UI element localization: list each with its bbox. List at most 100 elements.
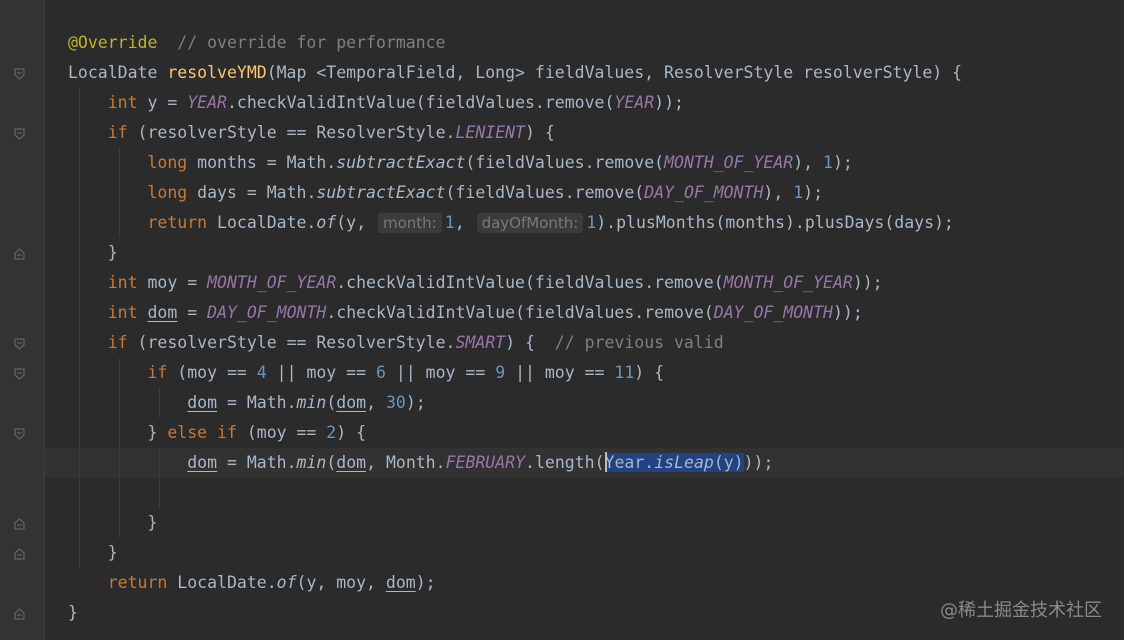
code-token: LocalDate. bbox=[167, 573, 277, 592]
code-token: int bbox=[107, 273, 138, 292]
code-token: subtractExact bbox=[336, 153, 466, 172]
code-token: // previous valid bbox=[554, 333, 724, 352]
code-line[interactable]: int dom = DAY_OF_MONTH.checkValidIntValu… bbox=[45, 298, 1124, 328]
fold-marker-icon[interactable] bbox=[14, 338, 25, 350]
code-line[interactable]: } else if (moy == 2) { bbox=[45, 418, 1124, 448]
code-token: DAY_OF_MONTH bbox=[644, 183, 764, 202]
code-token: )); bbox=[832, 303, 863, 322]
code-token: (resolverStyle == ResolverStyle. bbox=[127, 123, 456, 142]
code-token: ); bbox=[832, 153, 853, 172]
code-token: 11 bbox=[614, 363, 635, 382]
code-token: long bbox=[147, 153, 188, 172]
code-line[interactable]: if (resolverStyle == ResolverStyle.LENIE… bbox=[45, 118, 1124, 148]
code-token: ) { bbox=[505, 333, 555, 352]
code-token: SMART bbox=[455, 333, 506, 352]
code-line[interactable]: dom = Math.min(dom, Month.FEBRUARY.lengt… bbox=[45, 448, 1124, 478]
code-line[interactable]: int y = YEAR.checkValidIntValue(fieldVal… bbox=[45, 88, 1124, 118]
watermark: @稀土掘金技术社区 bbox=[940, 600, 1102, 621]
code-token: || moy == bbox=[266, 363, 376, 382]
code-line[interactable]: return LocalDate.of(y, month: 1, dayOfMon… bbox=[45, 208, 1124, 238]
code-line[interactable]: int moy = MONTH_OF_YEAR.checkValidIntVal… bbox=[45, 268, 1124, 298]
code-token: MONTH_OF_YEAR bbox=[664, 153, 794, 172]
code-token: if bbox=[107, 333, 128, 352]
code-token: ( bbox=[326, 453, 337, 472]
code-token: 30 bbox=[385, 393, 406, 412]
code-token: dom bbox=[147, 303, 178, 322]
code-token: 1 bbox=[823, 153, 833, 172]
code-token: subtractExact bbox=[316, 183, 446, 202]
code-line[interactable]: } bbox=[45, 508, 1124, 538]
fold-marker-icon[interactable] bbox=[14, 428, 25, 440]
code-line[interactable]: long days = Math.subtractExact(fieldValu… bbox=[45, 178, 1124, 208]
code-token: , bbox=[454, 213, 475, 232]
fold-marker-icon[interactable] bbox=[14, 548, 25, 560]
code-token: (y, moy, bbox=[296, 573, 386, 592]
code-token: || moy == bbox=[505, 363, 615, 382]
code-token: // override for performance bbox=[177, 33, 446, 52]
code-token: } bbox=[68, 513, 158, 532]
code-token: 6 bbox=[375, 363, 386, 382]
code-token: y = bbox=[137, 93, 188, 112]
code-line[interactable]: if (resolverStyle == ResolverStyle.SMART… bbox=[45, 328, 1124, 358]
code-token: min bbox=[296, 393, 327, 412]
indent-guide bbox=[79, 88, 80, 568]
fold-marker-icon[interactable] bbox=[14, 68, 25, 80]
fold-marker-icon[interactable] bbox=[14, 608, 25, 620]
code-token: isLeap bbox=[654, 453, 714, 472]
code-editor[interactable]: @Override // override for performance Loc… bbox=[45, 0, 1124, 640]
code-line[interactable]: @Override // override for performance bbox=[45, 28, 1124, 58]
code-line[interactable]: long months = Math.subtractExact(fieldVa… bbox=[45, 148, 1124, 178]
code-token: (y) bbox=[713, 453, 744, 472]
code-token: 2 bbox=[326, 423, 337, 442]
editor-gutter bbox=[0, 0, 44, 640]
code-token: LENIENT bbox=[455, 123, 525, 142]
code-token: of bbox=[316, 213, 337, 232]
code-token: .length( bbox=[525, 453, 605, 472]
code-token: (fieldValues.remove( bbox=[465, 153, 665, 172]
code-token: , bbox=[366, 393, 386, 412]
code-token: LocalDate. bbox=[207, 213, 317, 232]
code-token: ) { bbox=[525, 123, 555, 142]
indent-guide bbox=[119, 148, 120, 238]
code-token: (resolverStyle == ResolverStyle. bbox=[127, 333, 456, 352]
fold-marker-icon[interactable] bbox=[14, 518, 25, 530]
fold-marker-icon[interactable] bbox=[14, 128, 25, 140]
code-token: (fieldValues.remove( bbox=[445, 183, 645, 202]
code-token: months = Math. bbox=[187, 153, 337, 172]
code-line[interactable]: } bbox=[45, 238, 1124, 268]
code-token: ); bbox=[803, 183, 824, 202]
code-token: = Math. bbox=[217, 453, 297, 472]
code-token: , Month. bbox=[366, 453, 446, 472]
code-token: ) { bbox=[336, 423, 367, 442]
code-line[interactable]: LocalDate resolveYMD(Map <TemporalField,… bbox=[45, 58, 1124, 88]
code-token: ), bbox=[763, 183, 794, 202]
code-line[interactable] bbox=[45, 478, 1124, 508]
code-token: ); bbox=[405, 393, 426, 412]
code-line[interactable]: } bbox=[45, 538, 1124, 568]
code-token: .checkValidIntValue(fieldValues.remove( bbox=[226, 93, 615, 112]
code-token: dom bbox=[187, 393, 218, 412]
code-token: int bbox=[107, 303, 138, 322]
code-line[interactable]: dom = Math.min(dom, 30); bbox=[45, 388, 1124, 418]
code-line[interactable]: return LocalDate.of(y, moy, dom); bbox=[45, 568, 1124, 598]
indent-guide bbox=[159, 388, 160, 418]
code-token: DAY_OF_MONTH bbox=[713, 303, 833, 322]
code-token: days = Math. bbox=[187, 183, 317, 202]
fold-marker-icon[interactable] bbox=[14, 248, 25, 260]
code-token: dom bbox=[187, 453, 218, 472]
code-token: min bbox=[296, 453, 327, 472]
code-line[interactable]: if (moy == 4 || moy == 6 || moy == 9 || … bbox=[45, 358, 1124, 388]
code-token: (moy == bbox=[236, 423, 327, 442]
indent-guide bbox=[119, 358, 120, 538]
fold-marker-icon[interactable] bbox=[14, 368, 25, 380]
parameter-hint: dayOfMonth: bbox=[476, 213, 584, 233]
code-token: dom bbox=[336, 393, 367, 412]
code-token: ); bbox=[415, 573, 436, 592]
